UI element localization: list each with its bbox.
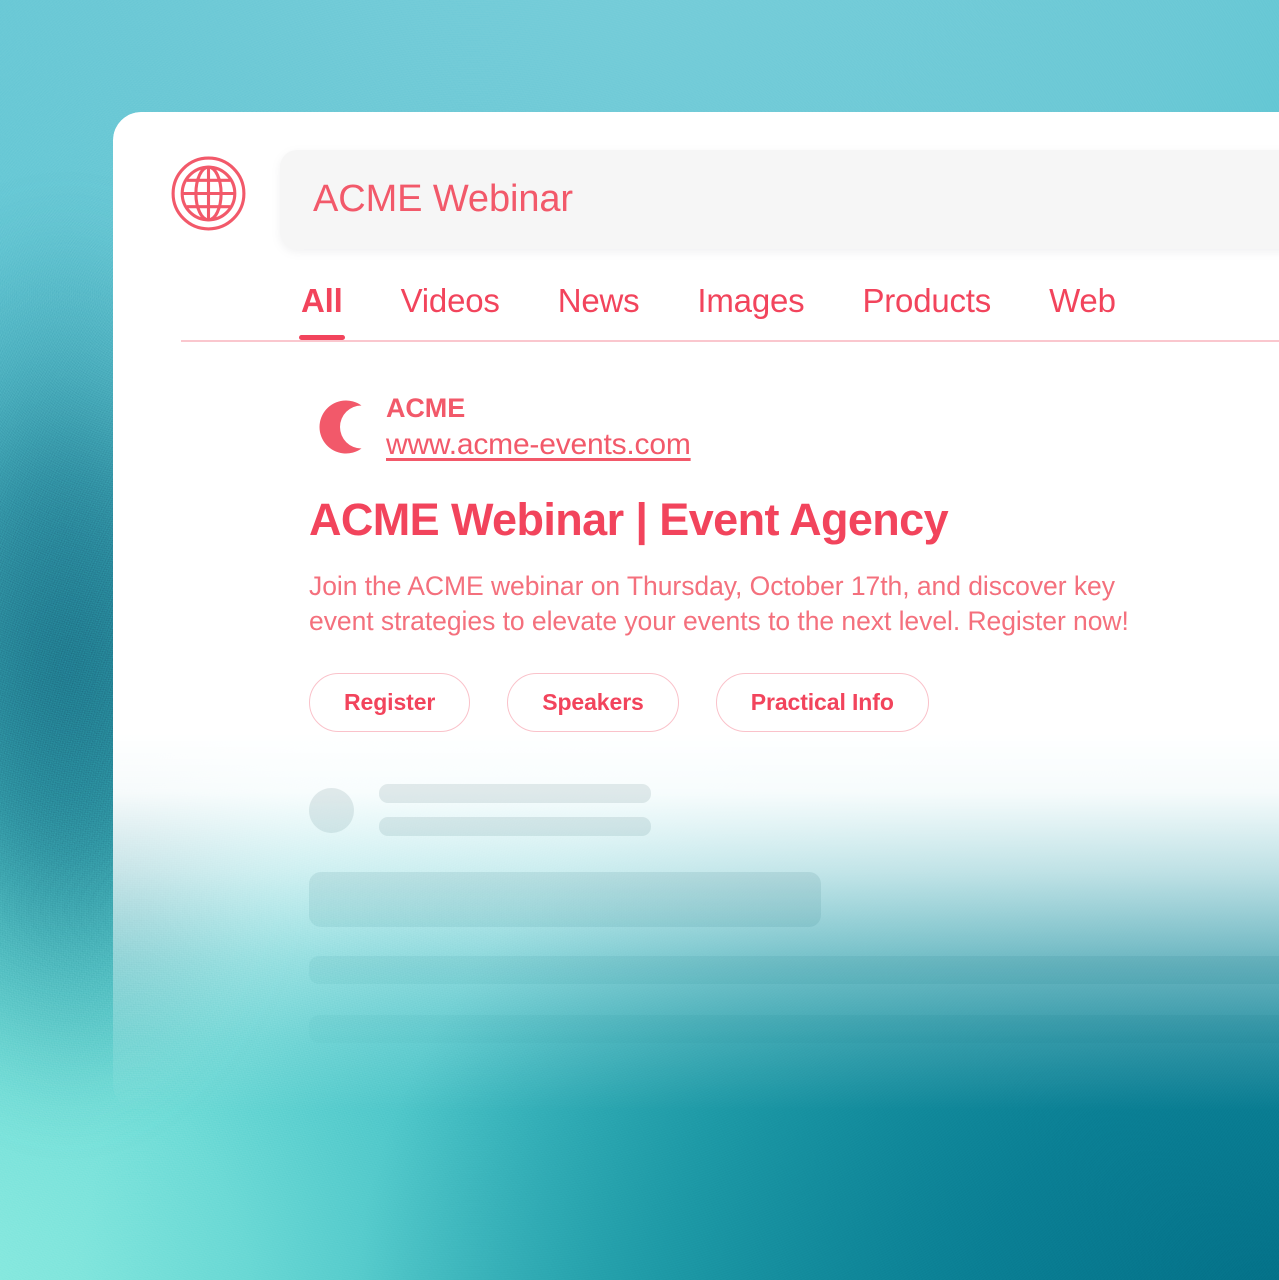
result-url[interactable]: www.acme-events.com xyxy=(386,426,691,464)
acme-crescent-logo-icon xyxy=(309,397,369,457)
chip-practical-info[interactable]: Practical Info xyxy=(715,672,929,732)
placeholder-lines xyxy=(379,784,651,836)
tab-images[interactable]: Images xyxy=(697,282,804,340)
placeholder-bar xyxy=(309,956,1279,984)
placeholder-avatar xyxy=(309,787,354,833)
result-title[interactable]: ACME Webinar | Event Agency xyxy=(309,494,1259,546)
globe-icon xyxy=(170,155,247,232)
result-brand-row: ACME www.acme-events.com xyxy=(309,392,1259,463)
result-brand-text: ACME www.acme-events.com xyxy=(386,392,691,463)
tab-videos[interactable]: Videos xyxy=(401,282,500,340)
search-bar-region xyxy=(113,112,1279,260)
placeholder-bar xyxy=(309,1015,1279,1043)
result-description: Join the ACME webinar on Thursday, Octob… xyxy=(309,571,1129,636)
tab-products[interactable]: Products xyxy=(862,282,991,340)
tab-web[interactable]: Web xyxy=(1049,282,1116,340)
placeholder-line xyxy=(379,817,651,836)
result-sitelink-chips: Register Speakers Practical Info xyxy=(309,672,1259,732)
browser-window-card: All Videos News Images Products Web ACME… xyxy=(113,112,1279,1112)
loading-placeholder-region xyxy=(309,784,1279,1043)
placeholder-block xyxy=(309,872,821,927)
search-result: ACME www.acme-events.com ACME Webinar | … xyxy=(309,392,1259,732)
tab-news[interactable]: News xyxy=(558,282,640,340)
tab-all[interactable]: All xyxy=(299,282,345,340)
chip-speakers[interactable]: Speakers xyxy=(507,672,679,732)
category-tabs: All Videos News Images Products Web xyxy=(113,282,1279,348)
placeholder-line xyxy=(379,784,651,803)
placeholder-row xyxy=(309,784,1279,836)
search-input[interactable] xyxy=(313,178,1133,221)
chip-register[interactable]: Register xyxy=(309,672,471,732)
tabs-divider xyxy=(181,340,1279,342)
brand-name: ACME xyxy=(386,393,466,423)
search-field-container[interactable] xyxy=(280,150,1279,249)
